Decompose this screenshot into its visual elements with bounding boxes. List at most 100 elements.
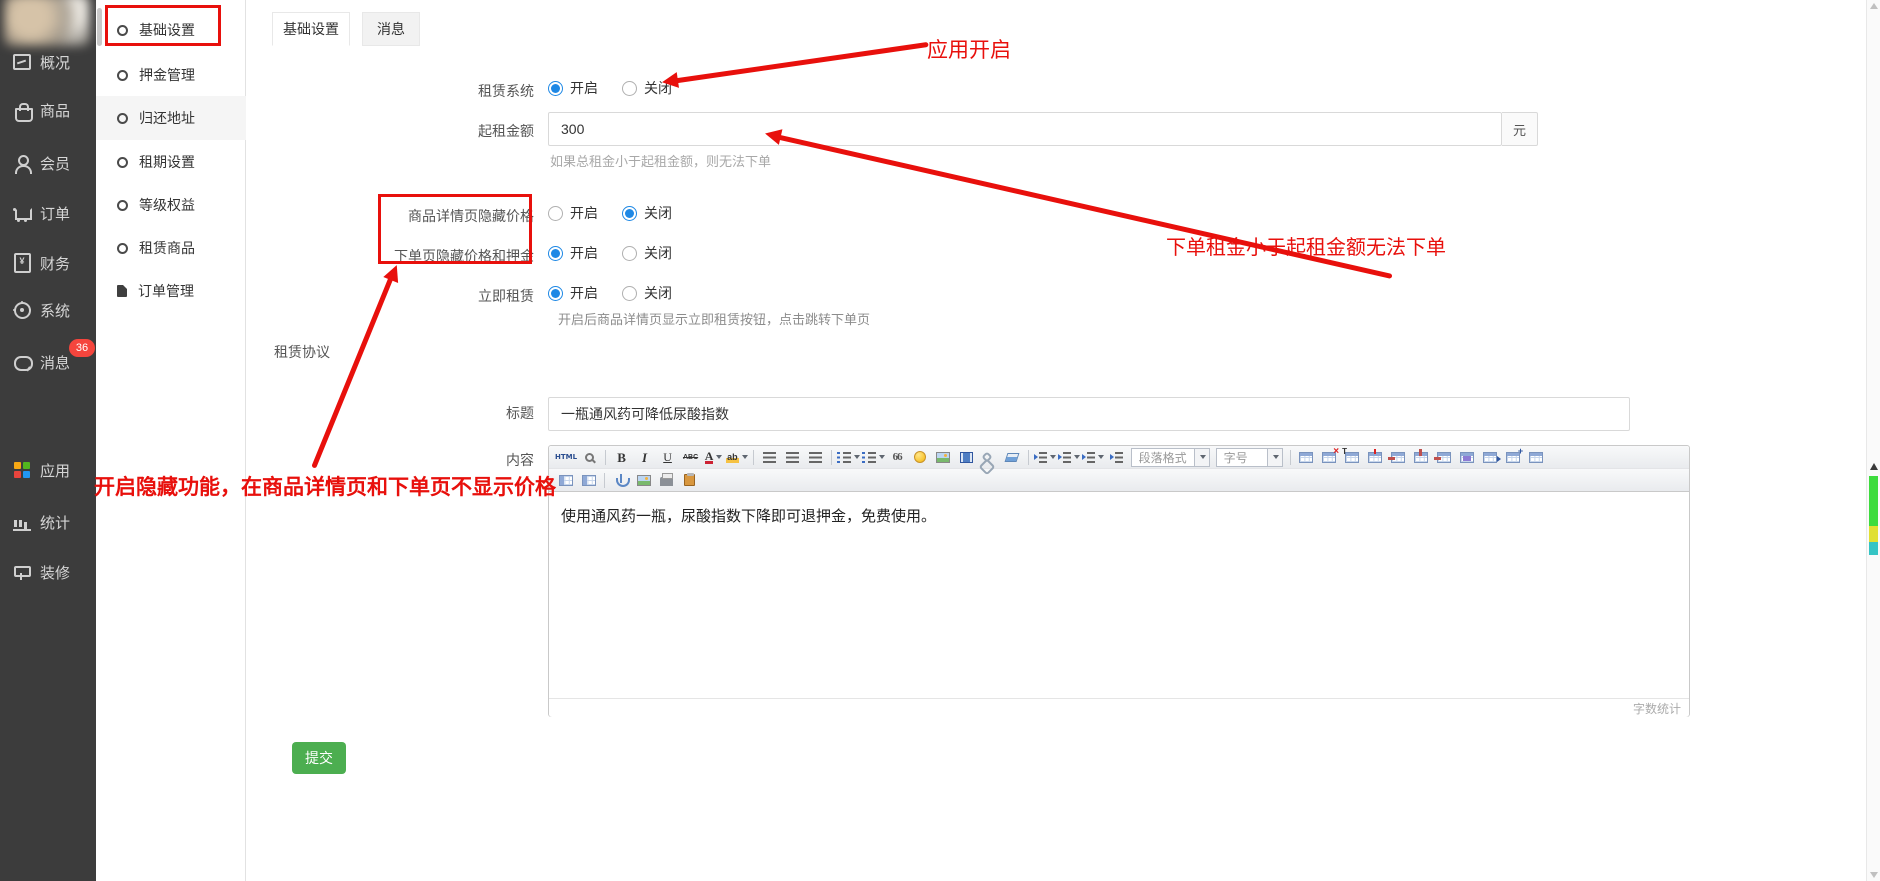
editor-toolbar-row2 [549, 469, 1689, 492]
tab-basic-settings[interactable]: 基础设置 [272, 12, 350, 46]
scrollbar-thumb-teal[interactable] [1869, 542, 1878, 555]
radio-option-off[interactable]: 关闭 [622, 283, 672, 303]
strikethrough-icon[interactable]: ABC [680, 447, 701, 467]
chevron-down-icon [879, 455, 885, 459]
preview-icon[interactable] [579, 447, 600, 467]
italic-icon[interactable]: I [634, 447, 655, 467]
full-grid-icon[interactable] [1526, 447, 1547, 467]
menu-item-rental-goods[interactable]: 租赁商品 [96, 226, 246, 270]
delete-table-icon[interactable] [1319, 447, 1340, 467]
editor-content-area[interactable]: 使用通风药一瓶，尿酸指数下降即可退押金，免费使用。 [549, 492, 1689, 698]
highlight-icon[interactable]: ab [726, 447, 748, 467]
scrollbar-thumb-yellow[interactable] [1869, 526, 1878, 542]
insert-link-icon[interactable] [979, 447, 1000, 467]
font-size-select[interactable]: 字号 [1216, 448, 1283, 467]
chevron-down-icon [1050, 455, 1056, 459]
insert-col-left-icon[interactable] [555, 470, 576, 490]
radio-option-on[interactable]: 开启 [548, 203, 598, 223]
insert-row-icon[interactable] [1388, 447, 1409, 467]
insert-table-icon[interactable] [1296, 447, 1317, 467]
avatar[interactable] [4, 0, 90, 46]
submit-button[interactable]: 提交 [292, 742, 346, 774]
menu-item-deposit-management[interactable]: 押金管理 [96, 53, 246, 97]
scrollbar-thumb-green[interactable] [1869, 476, 1878, 526]
ordered-list-icon[interactable] [837, 447, 860, 467]
circle-icon [117, 70, 128, 81]
sidebar-item-overview[interactable]: 概况 [0, 49, 96, 75]
apps-icon [13, 461, 31, 479]
unordered-list-icon[interactable] [862, 447, 885, 467]
align-center-icon[interactable] [782, 447, 803, 467]
radio-option-off[interactable]: 关闭 [622, 243, 672, 263]
html-source-icon[interactable]: HTML [555, 447, 577, 467]
blockquote-icon[interactable]: 66 [887, 447, 908, 467]
agreement-title-input[interactable] [548, 397, 1630, 431]
radio-option-off[interactable]: 关闭 [622, 203, 672, 223]
underline-icon[interactable]: U [657, 447, 678, 467]
content-card: 基础设置 消息 租赁系统 开启关闭 起租金额 元 如果总租金小于起租金额，则无法… [248, 8, 1866, 881]
align-left-icon[interactable] [759, 447, 780, 467]
page-scrollbar[interactable] [1866, 0, 1880, 881]
merge-cells-icon [1460, 452, 1474, 463]
unread-count-badge: 36 [69, 339, 95, 357]
table-properties-icon[interactable] [1342, 447, 1363, 467]
sidebar-item-members[interactable]: 会员 [0, 150, 96, 176]
merge-cells-icon[interactable] [1457, 447, 1478, 467]
image-upload-icon[interactable] [633, 470, 654, 490]
tab-message[interactable]: 消息 [362, 12, 420, 46]
radio-option-on[interactable]: 开启 [548, 78, 598, 98]
menu-item-label: 等级权益 [139, 195, 195, 215]
sidebar-item-stats[interactable]: 统计 [0, 509, 96, 535]
anchor-icon[interactable] [610, 470, 631, 490]
menu-item-basic-settings[interactable]: 基础设置 [96, 8, 246, 52]
valign-top-icon[interactable] [1034, 447, 1056, 467]
line-height-icon[interactable] [1082, 447, 1104, 467]
select-label: 字号 [1217, 449, 1267, 466]
sidebar-item-apps[interactable]: 应用 [0, 457, 96, 483]
indent-icon [1110, 452, 1123, 463]
valign-middle-icon [1058, 452, 1071, 463]
print-icon[interactable] [656, 470, 677, 490]
cell-align-icon[interactable] [1503, 447, 1524, 467]
bold-icon[interactable]: B [611, 447, 632, 467]
min-rent-hint: 如果总租金小于起租金额，则无法下单 [550, 151, 771, 170]
menu-item-lease-term-settings[interactable]: 租期设置 [96, 140, 246, 184]
chevron-down-icon [742, 455, 748, 459]
sidebar-item-orders[interactable]: 订单 [0, 200, 96, 226]
scroll-up-icon[interactable] [1870, 3, 1878, 9]
message-icon [13, 353, 31, 371]
menu-item-order-management[interactable]: 订单管理 [96, 269, 246, 313]
delete-row-icon[interactable] [1434, 447, 1455, 467]
sidebar-item-messages[interactable]: 消息36 [0, 349, 96, 375]
radio-option-on[interactable]: 开启 [548, 243, 598, 263]
word-count-label[interactable]: 字数统计 [1633, 700, 1681, 717]
sidebar-item-system[interactable]: 系统 [0, 297, 96, 323]
menu-item-label: 租期设置 [139, 152, 195, 172]
align-right-icon[interactable] [805, 447, 826, 467]
menu-item-level-benefits[interactable]: 等级权益 [96, 183, 246, 227]
sidebar-item-decorate[interactable]: 装修 [0, 559, 96, 585]
insert-image-icon[interactable] [933, 447, 954, 467]
editor-status-bar: 字数统计 [549, 698, 1689, 717]
insert-col-right-icon[interactable] [578, 470, 599, 490]
sidebar-item-goods[interactable]: 商品 [0, 97, 96, 123]
paragraph-format-select[interactable]: 段落格式 [1131, 448, 1210, 467]
insert-media-icon[interactable] [956, 447, 977, 467]
split-cells-icon[interactable] [1480, 447, 1501, 467]
scroll-down-icon[interactable] [1870, 872, 1878, 878]
font-color-icon[interactable]: A [703, 447, 724, 467]
emoticon-icon[interactable] [910, 447, 931, 467]
radio-icon [622, 81, 637, 96]
indent-icon[interactable] [1106, 447, 1127, 467]
min-rent-input[interactable] [548, 112, 1502, 146]
cell-properties-icon[interactable] [1365, 447, 1386, 467]
scroll-marker-icon [1870, 463, 1878, 470]
sidebar-item-finance[interactable]: 财务 [0, 250, 96, 276]
paste-icon[interactable] [679, 470, 700, 490]
menu-item-return-address[interactable]: 归还地址 [96, 96, 246, 140]
valign-middle-icon[interactable] [1058, 447, 1080, 467]
circle-icon [117, 25, 128, 36]
radio-option-on[interactable]: 开启 [548, 283, 598, 303]
remove-format-icon[interactable] [1002, 447, 1023, 467]
insert-column-icon[interactable] [1411, 447, 1432, 467]
